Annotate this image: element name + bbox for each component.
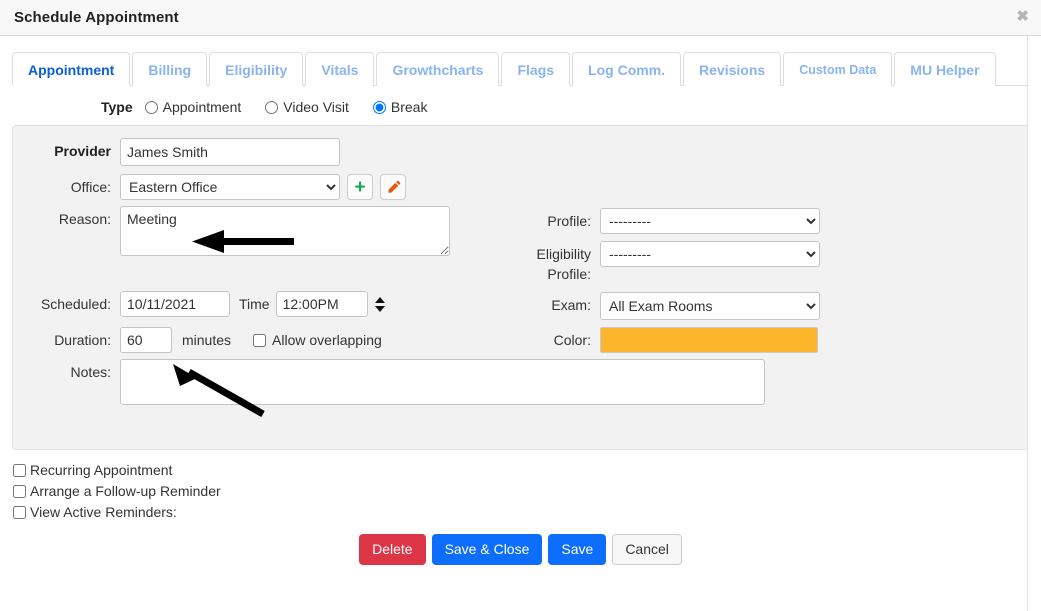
- followup-reminder-row[interactable]: Arrange a Follow-up Reminder: [13, 483, 1041, 499]
- office-row: Office: Eastern Office +: [13, 174, 406, 200]
- reason-label: Reason:: [58, 211, 111, 227]
- color-label: Color:: [553, 332, 591, 348]
- radio-break[interactable]: Break: [372, 99, 428, 115]
- recurring-appointment-checkbox[interactable]: [13, 463, 26, 477]
- page-title: Schedule Appointment: [14, 9, 179, 26]
- office-select[interactable]: Eastern Office: [120, 174, 340, 200]
- options-checkbox-group: Recurring Appointment Arrange a Follow-u…: [0, 450, 1041, 520]
- type-row: Type Appointment Video Visit Break: [101, 87, 1041, 125]
- allow-overlapping-checkbox[interactable]: [253, 333, 267, 347]
- scheduled-time-input[interactable]: [275, 291, 368, 317]
- tab-bar-container: Appointment Billing Eligibility Vitals G…: [0, 36, 1041, 87]
- notes-row: Notes:: [13, 359, 765, 405]
- close-icon[interactable]: ✖: [1016, 9, 1029, 24]
- eligibility-profile-label: Eligibility Profile:: [491, 241, 600, 284]
- duration-row: Duration: minutes Allow overlapping: [13, 327, 382, 353]
- tab-bar: Appointment Billing Eligibility Vitals G…: [12, 46, 1029, 86]
- provider-row: Provider: [13, 138, 340, 166]
- modal-header: Schedule Appointment ✖: [0, 0, 1041, 36]
- followup-reminder-label: Arrange a Follow-up Reminder: [30, 483, 221, 499]
- cancel-button[interactable]: Cancel: [612, 534, 682, 565]
- delete-button[interactable]: Delete: [359, 534, 426, 565]
- pencil-icon: [387, 180, 400, 193]
- tab-flags[interactable]: Flags: [501, 52, 571, 86]
- allow-overlapping-label: Allow overlapping: [272, 332, 382, 348]
- radio-video-visit-input[interactable]: [265, 100, 279, 114]
- notes-textarea[interactable]: [120, 359, 765, 405]
- tab-mu-helper[interactable]: MU Helper: [894, 52, 996, 86]
- notes-label: Notes:: [70, 364, 111, 380]
- save-button[interactable]: Save: [548, 534, 607, 565]
- exam-row: Exam: All Exam Rooms: [491, 292, 820, 320]
- tab-eligibility[interactable]: Eligibility: [209, 52, 304, 86]
- form-action-bar: Delete Save & Close Save Cancel: [0, 525, 1041, 565]
- color-swatch[interactable]: [600, 327, 818, 353]
- office-label: Office:: [70, 179, 111, 195]
- plus-icon: +: [354, 176, 366, 198]
- tab-log-comm[interactable]: Log Comm.: [572, 52, 682, 86]
- duration-label: Duration:: [54, 332, 111, 348]
- add-office-button[interactable]: +: [347, 174, 373, 200]
- recurring-appointment-label: Recurring Appointment: [30, 462, 173, 478]
- allow-overlapping-checkbox-row[interactable]: Allow overlapping: [253, 327, 382, 353]
- tab-growthcharts[interactable]: Growthcharts: [376, 52, 500, 86]
- eligibility-profile-label-line2: Profile:: [547, 266, 591, 282]
- exam-label: Exam:: [551, 297, 591, 313]
- type-label: Type: [101, 99, 133, 115]
- radio-video-visit-label: Video Visit: [283, 99, 349, 115]
- vertical-scrollbar[interactable]: [1027, 36, 1041, 611]
- tab-billing[interactable]: Billing: [132, 52, 208, 86]
- provider-label: Provider: [54, 143, 111, 159]
- profile-select[interactable]: ---------: [600, 208, 820, 234]
- time-label: Time: [239, 296, 270, 312]
- color-row: Color:: [491, 327, 818, 353]
- view-active-reminders-label: View Active Reminders:: [30, 504, 177, 520]
- radio-video-visit[interactable]: Video Visit: [265, 99, 349, 115]
- duration-input[interactable]: [120, 327, 172, 353]
- radio-break-label: Break: [390, 99, 428, 115]
- minutes-label: minutes: [182, 332, 232, 348]
- provider-input[interactable]: [120, 138, 340, 166]
- edit-office-button[interactable]: [380, 174, 406, 200]
- view-active-reminders-checkbox[interactable]: [13, 505, 26, 519]
- appointment-form-panel: Provider Office: Eastern Office + Reason…: [12, 125, 1029, 450]
- scheduled-label: Scheduled:: [40, 296, 111, 312]
- save-close-button[interactable]: Save & Close: [431, 534, 543, 565]
- reason-row: Reason: Meeting: [13, 206, 450, 256]
- spinner-up-icon[interactable]: [374, 296, 385, 303]
- scheduled-date-input[interactable]: [120, 291, 230, 317]
- eligibility-profile-label-line1: Eligibility: [536, 246, 591, 262]
- eligibility-profile-select[interactable]: ---------: [600, 241, 820, 267]
- tab-appointment[interactable]: Appointment: [12, 52, 131, 86]
- eligibility-profile-row: Eligibility Profile: ---------: [491, 241, 820, 284]
- radio-appointment-input[interactable]: [144, 100, 158, 114]
- scheduled-row: Scheduled: Time: [13, 291, 385, 317]
- view-active-reminders-row[interactable]: View Active Reminders:: [13, 504, 1041, 520]
- recurring-appointment-row[interactable]: Recurring Appointment: [13, 462, 1041, 478]
- tab-revisions[interactable]: Revisions: [683, 52, 782, 86]
- followup-reminder-checkbox[interactable]: [13, 484, 26, 498]
- profile-row: Profile: ---------: [491, 208, 820, 234]
- radio-appointment[interactable]: Appointment: [144, 99, 242, 115]
- spinner-down-icon[interactable]: [374, 305, 385, 312]
- exam-select[interactable]: All Exam Rooms: [600, 292, 820, 320]
- radio-break-input[interactable]: [372, 100, 386, 114]
- time-spinner[interactable]: [374, 291, 385, 317]
- tab-custom-data[interactable]: Custom Data: [783, 51, 893, 86]
- radio-appointment-label: Appointment: [162, 99, 242, 115]
- reason-textarea[interactable]: Meeting: [120, 206, 450, 256]
- tab-vitals[interactable]: Vitals: [305, 52, 375, 86]
- profile-label: Profile:: [547, 213, 591, 229]
